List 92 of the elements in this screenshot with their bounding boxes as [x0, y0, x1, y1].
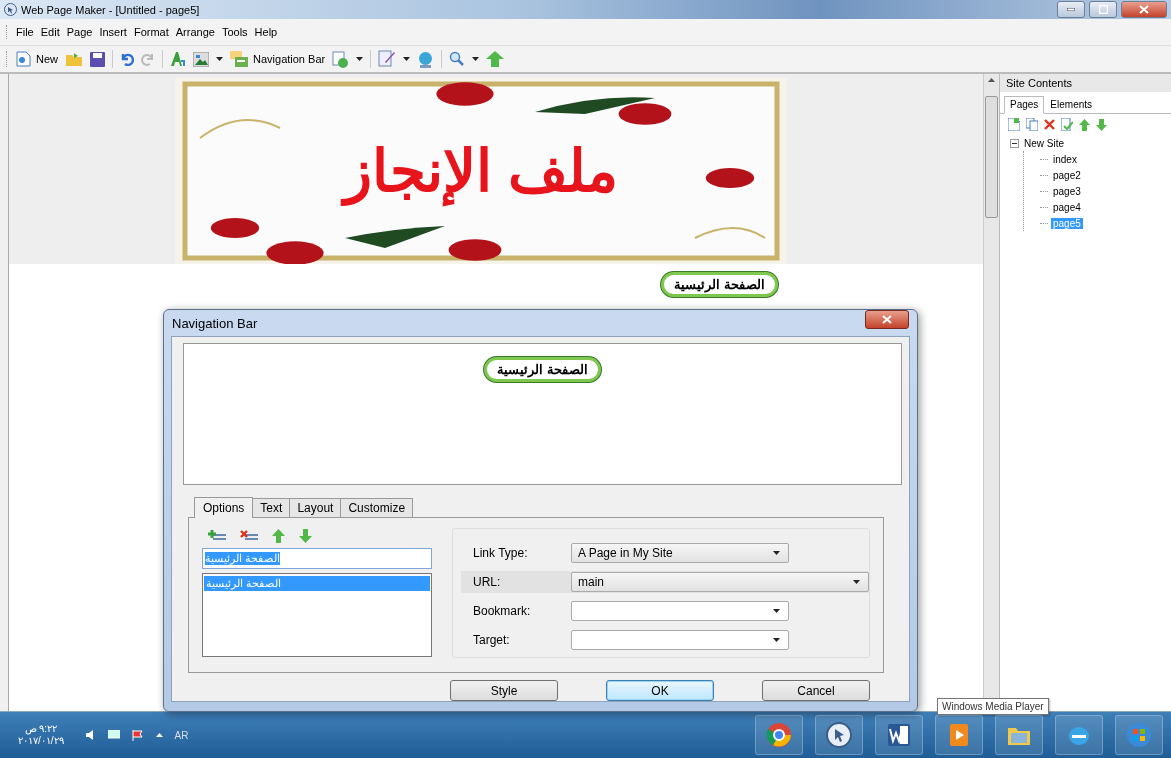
- tooltip: Windows Media Player: [937, 698, 1049, 715]
- volume-icon[interactable]: [85, 730, 96, 740]
- caret-icon[interactable]: [773, 638, 780, 643]
- dialog-button[interactable]: Cancel: [762, 680, 870, 701]
- move-down-icon[interactable]: [1096, 118, 1107, 131]
- nav-link-button[interactable]: الصفحة الرئيسية: [484, 357, 601, 382]
- browser-icon[interactable]: [755, 715, 803, 755]
- cursor-app-icon[interactable]: [815, 715, 863, 755]
- restore-icon: [1098, 5, 1108, 14]
- menu-item[interactable]: Edit: [40, 26, 60, 38]
- caret-icon[interactable]: [356, 57, 364, 61]
- panel-tab[interactable]: Pages: [1004, 96, 1045, 114]
- tab[interactable]: Customize: [340, 497, 414, 517]
- close-icon: [1139, 5, 1149, 14]
- tree-item[interactable]: page3: [1051, 185, 1083, 197]
- tab[interactable]: Layout: [289, 497, 342, 517]
- tree-item[interactable]: page4: [1051, 201, 1083, 213]
- dropdown[interactable]: main: [571, 572, 869, 593]
- caret-icon[interactable]: [773, 551, 780, 556]
- close-button[interactable]: [1121, 1, 1167, 18]
- clock-date: ٢٠١٧/٠١/٢٩: [18, 735, 64, 747]
- tab[interactable]: Options: [194, 496, 254, 518]
- clock-time: ٩:٢٢ ص: [24, 723, 58, 735]
- caret-icon[interactable]: [472, 57, 480, 61]
- field-label: Bookmark:: [473, 604, 532, 619]
- new-page-icon: [16, 51, 31, 67]
- nav-link-button[interactable]: الصفحة الرئيسية: [661, 272, 778, 297]
- globe-icon[interactable]: [417, 50, 435, 68]
- collapse-icon[interactable]: [1010, 138, 1019, 148]
- delete-icon[interactable]: [1044, 119, 1055, 130]
- language-indicator[interactable]: AR: [174, 729, 189, 741]
- close-button[interactable]: [865, 309, 909, 329]
- panel-tab[interactable]: Elements: [1044, 96, 1099, 113]
- dialog-button[interactable]: Style: [450, 680, 558, 701]
- copy-page-icon[interactable]: [1026, 118, 1038, 131]
- menu-item[interactable]: Format: [133, 26, 169, 38]
- dialog-title: Navigation Bar: [172, 315, 259, 331]
- field-label: Target:: [473, 633, 511, 648]
- add-item-icon[interactable]: [208, 529, 226, 542]
- app-logo-icon: [4, 3, 17, 16]
- menu-item[interactable]: Insert: [99, 26, 127, 38]
- move-down-icon[interactable]: [299, 528, 312, 543]
- remove-item-icon[interactable]: [240, 529, 258, 542]
- page-properties-icon[interactable]: [1061, 118, 1073, 131]
- restore-button[interactable]: [1089, 1, 1117, 18]
- undo-icon[interactable]: [120, 52, 134, 66]
- caret-icon[interactable]: [853, 580, 860, 585]
- panel-title: Site Contents: [1000, 74, 1171, 92]
- tab[interactable]: Text: [252, 497, 291, 517]
- minimize-icon: [1067, 8, 1075, 11]
- caret-icon[interactable]: [773, 609, 780, 614]
- open-folder-icon[interactable]: [65, 51, 83, 67]
- form-icon[interactable]: [332, 50, 350, 68]
- network-icon[interactable]: [107, 730, 120, 740]
- banner-title: ملف الإنجاز: [337, 124, 625, 218]
- scroll-up-icon[interactable]: [988, 78, 995, 82]
- dialog-button[interactable]: OK: [606, 680, 714, 701]
- text-icon[interactable]: [170, 51, 186, 67]
- folder-icon[interactable]: [995, 715, 1043, 755]
- menu-item[interactable]: Tools: [221, 26, 248, 38]
- edit-icon[interactable]: [378, 50, 397, 68]
- menu-item[interactable]: File: [16, 26, 34, 38]
- save-icon[interactable]: [90, 51, 105, 67]
- navigation-bar-button[interactable]: Navigation Bar: [230, 50, 326, 68]
- move-up-icon[interactable]: [272, 528, 285, 543]
- scrollbar-thumb[interactable]: [985, 96, 998, 218]
- close-icon: [882, 314, 892, 324]
- field-label: URL:: [473, 575, 502, 590]
- field-label: Link Type:: [473, 546, 529, 561]
- dropdown[interactable]: A Page in My Site: [571, 543, 789, 564]
- document-app-icon[interactable]: [875, 715, 923, 755]
- new-page-icon[interactable]: [1008, 118, 1020, 131]
- start-orb-icon[interactable]: [1115, 715, 1163, 755]
- flag-icon[interactable]: [131, 729, 144, 741]
- new-button[interactable]: New: [16, 51, 58, 67]
- move-up-icon[interactable]: [1079, 118, 1090, 131]
- tree-item[interactable]: index: [1051, 153, 1079, 165]
- menu-item[interactable]: Arrange: [175, 26, 215, 38]
- menu-item[interactable]: Page: [66, 26, 93, 38]
- navigation-bar-icon: [230, 50, 248, 68]
- image-icon[interactable]: [193, 51, 209, 67]
- caret-icon[interactable]: [216, 57, 223, 61]
- tree-item[interactable]: New Site: [1022, 137, 1066, 149]
- zoom-icon[interactable]: [449, 51, 466, 67]
- minimize-button[interactable]: [1057, 1, 1085, 18]
- tree-item[interactable]: page2: [1051, 169, 1083, 181]
- caret-up-icon[interactable]: [155, 733, 163, 737]
- player-app-icon[interactable]: [935, 715, 983, 755]
- up-arrow-icon[interactable]: [486, 51, 505, 67]
- menu-item[interactable]: Help: [254, 26, 278, 38]
- caret-icon[interactable]: [403, 57, 411, 61]
- window-title: Web Page Maker - [Untitled - page5]: [21, 3, 200, 16]
